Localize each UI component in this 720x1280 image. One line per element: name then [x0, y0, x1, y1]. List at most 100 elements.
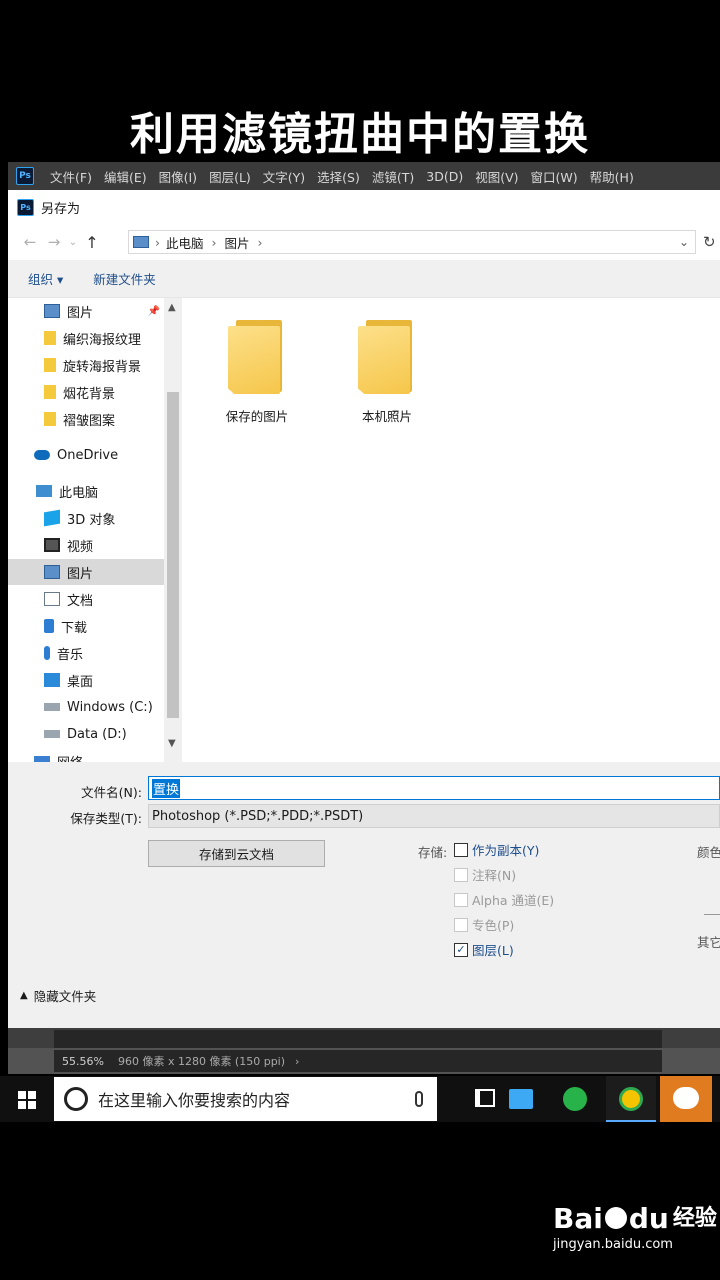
sidebar-item-label: 旋转海报背景 [63, 359, 142, 375]
menu-layer[interactable]: 图层(L) [203, 167, 257, 186]
filetype-select[interactable]: Photoshop (*.PSD;*.PDD;*.PSDT) [148, 804, 720, 828]
filename-label: 文件名(N): [81, 785, 142, 800]
sidebar-item-label: 桌面 [67, 674, 94, 690]
menu-3d[interactable]: 3D(D) [420, 169, 469, 184]
wechat-app-button[interactable] [660, 1076, 712, 1122]
music-app-button[interactable] [606, 1076, 656, 1122]
menu-view[interactable]: 视图(V) [469, 167, 524, 186]
sidebar-item[interactable]: 下载 [8, 613, 164, 639]
chevron-up-icon: ▲ [20, 990, 28, 1001]
option-layers[interactable]: ✓ 图层(L) [454, 940, 514, 959]
option-as-copy[interactable]: 作为副本(Y) [454, 840, 539, 859]
sidebar-item-label: 编织海报纹理 [63, 332, 142, 348]
sidebar-item[interactable]: 烟花背景 [8, 379, 164, 405]
sidebar-item[interactable]: 图片 [8, 559, 164, 585]
breadcrumb-separator-icon: › [155, 234, 160, 250]
menu-image[interactable]: 图像(I) [153, 167, 203, 186]
option-label: Alpha 通道(E) [472, 893, 555, 908]
microphone-icon[interactable] [415, 1091, 423, 1107]
taskbar-search-box[interactable]: 在这里输入你要搜索的内容 [54, 1077, 437, 1121]
checkbox-checked-icon[interactable]: ✓ [454, 942, 468, 957]
checkbox[interactable] [454, 842, 468, 857]
sidebar-item[interactable]: 褶皱图案 [8, 406, 164, 432]
folder-icon [44, 331, 56, 345]
folder-saved-pictures[interactable]: 保存的图片 [202, 318, 312, 425]
folder-icon [358, 318, 416, 396]
menu-edit[interactable]: 编辑(E) [98, 167, 153, 186]
option-label: 注释(N) [472, 868, 517, 883]
sidebar-item[interactable]: 此电脑 [8, 478, 164, 504]
network-app-icon[interactable] [509, 1089, 533, 1109]
pictures-icon [44, 304, 60, 318]
sidebar-item[interactable]: 旋转海报背景 [8, 352, 164, 378]
sidebar-item[interactable]: 图片 📌 [8, 298, 164, 324]
filename-input[interactable]: 置换 [148, 776, 720, 800]
sidebar-item[interactable]: 网络 [8, 748, 164, 762]
breadcrumb-separator-icon: › [211, 234, 217, 250]
forward-arrow-icon[interactable]: → [42, 233, 66, 251]
address-bar[interactable]: › 此电脑 › 图片 › ⌄ [128, 230, 696, 254]
breadcrumb-this-pc[interactable]: 此电脑 [166, 233, 204, 252]
computer-icon [36, 485, 52, 497]
pin-icon[interactable]: 📌 [148, 306, 160, 317]
doc-info[interactable]: 960 像素 x 1280 像素 (150 ppi) [118, 1053, 285, 1069]
sidebar-item[interactable]: 音乐 [8, 640, 164, 666]
save-label: 存储: [418, 845, 448, 860]
folder-camera-roll[interactable]: 本机照片 [332, 318, 442, 425]
recent-chevron-icon[interactable]: ⌄ [66, 237, 80, 248]
document-icon [44, 592, 60, 606]
up-arrow-icon[interactable]: ↑ [80, 233, 104, 252]
sidebar-item-label: 图片 [67, 566, 94, 582]
sidebar-item[interactable]: 编织海报纹理 [8, 325, 164, 351]
menu-file[interactable]: 文件(F) [44, 167, 98, 186]
sidebar-scrollbar-thumb[interactable] [167, 392, 179, 718]
address-dropdown-icon[interactable]: ⌄ [679, 235, 689, 249]
sidebar-item[interactable]: 3D 对象 [8, 505, 164, 531]
organize-button[interactable]: 组织 ▾ [28, 269, 63, 288]
menu-select[interactable]: 选择(S) [311, 167, 366, 186]
sidebar-item[interactable]: 视频 [8, 532, 164, 558]
folder-label: 本机照片 [361, 409, 412, 424]
option-alpha-channels: Alpha 通道(E) [454, 890, 554, 909]
photoshop-logo-icon: Ps [16, 167, 34, 185]
cube-icon [44, 509, 60, 527]
color-label: 颜色 [697, 845, 720, 860]
sidebar-item[interactable]: 文档 [8, 586, 164, 612]
sidebar-item-label: 3D 对象 [67, 512, 116, 528]
browser-app-icon[interactable] [563, 1087, 587, 1111]
save-as-dialog: Ps 另存为 ← → ⌄ ↑ › 此电脑 › 图片 › ⌄ ↻ 组织 ▾ 新建文… [8, 190, 720, 1028]
new-folder-button[interactable]: 新建文件夹 [93, 269, 156, 288]
folder-icon [44, 358, 56, 372]
hide-folders-toggle[interactable]: ▲ 隐藏文件夹 [20, 986, 96, 1005]
sidebar-item[interactable]: 桌面 [8, 667, 164, 693]
sidebar-item[interactable]: Data (D:) [8, 721, 164, 747]
menu-help[interactable]: 帮助(H) [584, 167, 640, 186]
back-arrow-icon[interactable]: ← [18, 233, 42, 251]
refresh-icon[interactable]: ↻ [703, 233, 716, 251]
breadcrumb-pictures[interactable]: 图片 [225, 233, 250, 252]
photoshop-logo-icon: Ps [17, 198, 34, 216]
sidebar-item[interactable]: OneDrive [8, 442, 164, 468]
sidebar-item-label: 此电脑 [59, 485, 99, 501]
save-options-panel: 文件名(N): 置换 保存类型(T): Photoshop (*.PSD;*.P… [8, 762, 720, 1028]
windows-start-icon[interactable] [18, 1091, 36, 1109]
zoom-level[interactable]: 55.56% [62, 1055, 104, 1068]
checkbox [454, 917, 468, 932]
video-icon [44, 538, 60, 552]
file-list: 保存的图片 本机照片 [184, 298, 720, 762]
scroll-down-icon[interactable]: ▼ [168, 738, 176, 749]
scroll-up-icon[interactable]: ▲ [168, 302, 176, 313]
wechat-icon [673, 1087, 699, 1109]
folder-icon [44, 412, 56, 426]
task-view-icon[interactable] [475, 1089, 495, 1107]
save-to-cloud-button[interactable]: 存储到云文档 [148, 840, 325, 867]
sidebar-item[interactable]: Windows (C:) [8, 694, 164, 720]
navigation-pane: 图片 📌 编织海报纹理 旋转海报背景 烟花背景 褶皱图案 OneDrive 此电脑 3D 对象视… [8, 298, 184, 762]
menu-filter[interactable]: 滤镜(T) [366, 167, 420, 186]
canvas-strip [54, 1030, 662, 1048]
music-icon [44, 646, 50, 660]
menu-type[interactable]: 文字(Y) [257, 167, 311, 186]
menu-window[interactable]: 窗口(W) [525, 167, 584, 186]
status-chevron-icon[interactable]: › [295, 1055, 299, 1068]
dialog-title: 另存为 [41, 201, 81, 217]
